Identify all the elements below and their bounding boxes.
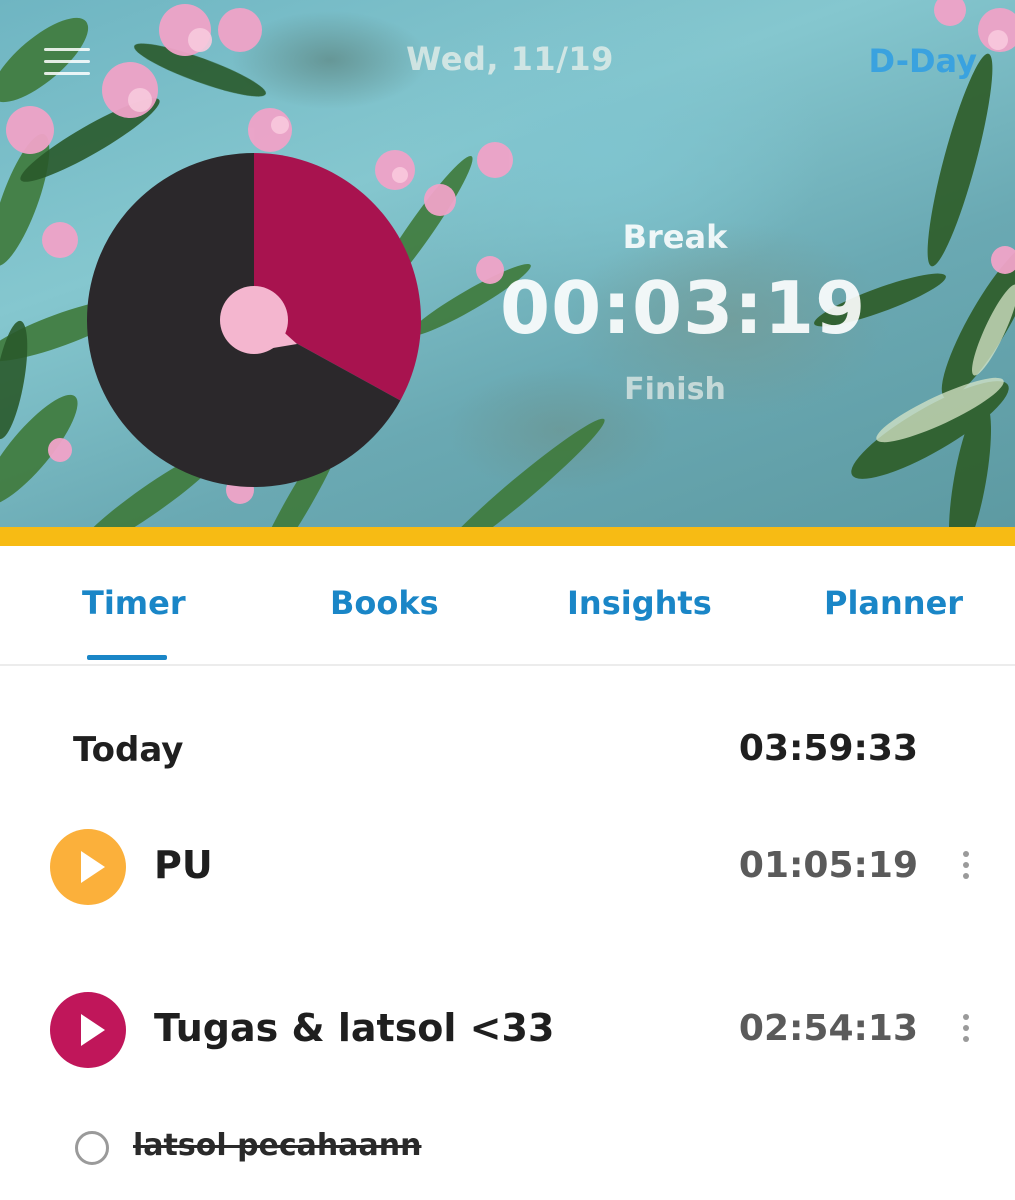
finish-button[interactable]: Finish: [624, 372, 726, 407]
timer-status: Break: [622, 218, 728, 256]
header-background: Wed, 11/19 D-Day Break 00:03:19 Finish: [0, 0, 1015, 527]
play-button[interactable]: [50, 829, 126, 905]
tab-bar: Timer Books Insights Planner: [0, 546, 1015, 666]
play-icon: [81, 1014, 105, 1046]
tab-insights[interactable]: Insights: [567, 584, 712, 622]
subject-time: 01:05:19: [738, 845, 918, 886]
session-pie-chart: [87, 153, 421, 487]
menu-icon[interactable]: [44, 48, 90, 78]
timer-block: Break 00:03:19 Finish: [500, 218, 867, 407]
tab-planner[interactable]: Planner: [824, 584, 963, 622]
task-checkbox[interactable]: [75, 1131, 109, 1165]
date-label: Wed, 11/19: [406, 40, 614, 78]
today-label: Today: [73, 730, 184, 770]
today-total-time: 03:59:33: [738, 728, 918, 769]
more-options-icon[interactable]: [960, 851, 972, 885]
task-label: latsol pecahaann: [133, 1128, 422, 1163]
task-row: latsol pecahaann: [0, 1128, 1015, 1168]
play-button[interactable]: [50, 992, 126, 1068]
subject-time: 02:54:13: [738, 1008, 918, 1049]
more-options-icon[interactable]: [960, 1014, 972, 1048]
subject-name[interactable]: Tugas & latsol <33: [154, 1006, 554, 1050]
timer-display: 00:03:19: [500, 266, 867, 350]
tab-books[interactable]: Books: [330, 584, 439, 622]
dday-button[interactable]: D-Day: [869, 42, 977, 80]
subject-name[interactable]: PU: [154, 843, 213, 887]
active-tab-indicator: [87, 655, 167, 660]
tab-timer[interactable]: Timer: [82, 584, 186, 622]
subject-row: PU 01:05:19: [0, 829, 1015, 909]
play-icon: [81, 851, 105, 883]
subject-row: Tugas & latsol <33 02:54:13: [0, 992, 1015, 1072]
accent-bar: [0, 527, 1015, 546]
